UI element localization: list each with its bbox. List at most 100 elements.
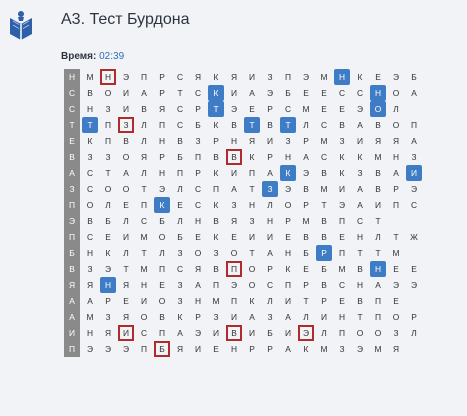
letter-cell[interactable]: О xyxy=(244,261,260,277)
letter-cell[interactable]: К xyxy=(352,69,368,85)
letter-cell[interactable]: З xyxy=(118,117,134,133)
letter-cell[interactable]: Р xyxy=(262,149,278,165)
letter-cell[interactable]: А xyxy=(352,181,368,197)
letter-cell[interactable]: К xyxy=(244,293,260,309)
letter-cell[interactable]: Ж xyxy=(406,229,422,245)
letter-cell[interactable]: Р xyxy=(316,293,332,309)
letter-cell[interactable]: Е xyxy=(334,293,350,309)
letter-cell[interactable]: С xyxy=(172,101,188,117)
letter-cell[interactable]: Е xyxy=(388,293,404,309)
letter-cell[interactable]: Э xyxy=(388,277,404,293)
letter-cell[interactable]: А xyxy=(406,133,422,149)
letter-cell[interactable]: Л xyxy=(388,101,404,117)
letter-cell[interactable]: Е xyxy=(406,261,422,277)
letter-cell[interactable]: Л xyxy=(316,325,332,341)
letter-cell[interactable]: С xyxy=(82,165,98,181)
letter-cell[interactable]: Я xyxy=(136,149,152,165)
letter-cell[interactable]: С xyxy=(172,117,188,133)
letter-cell[interactable]: В xyxy=(352,261,368,277)
letter-cell[interactable]: Н xyxy=(82,325,98,341)
letter-cell[interactable]: В xyxy=(226,117,242,133)
letter-cell[interactable]: О xyxy=(190,245,206,261)
letter-cell[interactable]: С xyxy=(190,181,206,197)
letter-cell[interactable]: Э xyxy=(118,341,134,357)
letter-cell[interactable]: С xyxy=(352,213,368,229)
letter-cell[interactable]: С xyxy=(136,213,152,229)
letter-cell[interactable]: З xyxy=(100,101,116,117)
letter-cell[interactable]: З xyxy=(100,149,116,165)
letter-cell[interactable]: М xyxy=(370,341,386,357)
letter-cell[interactable]: В xyxy=(262,117,278,133)
letter-cell[interactable]: К xyxy=(280,261,296,277)
letter-cell[interactable]: П xyxy=(334,245,350,261)
letter-cell[interactable]: К xyxy=(208,69,224,85)
letter-cell[interactable]: Л xyxy=(172,181,188,197)
letter-cell[interactable]: М xyxy=(136,229,152,245)
letter-cell[interactable]: Э xyxy=(100,341,116,357)
letter-cell[interactable]: З xyxy=(334,341,350,357)
letter-cell[interactable]: Р xyxy=(388,181,404,197)
letter-cell[interactable]: В xyxy=(118,133,134,149)
letter-cell[interactable]: Б xyxy=(406,69,422,85)
letter-cell[interactable]: М xyxy=(334,261,350,277)
letter-cell[interactable]: Л xyxy=(370,229,386,245)
letter-cell[interactable]: Э xyxy=(262,85,278,101)
letter-cell[interactable]: Е xyxy=(190,229,206,245)
letter-cell[interactable]: Н xyxy=(100,277,116,293)
letter-cell[interactable]: Р xyxy=(208,133,224,149)
letter-cell[interactable]: И xyxy=(118,325,134,341)
letter-cell[interactable]: П xyxy=(406,117,422,133)
letter-cell[interactable]: Б xyxy=(190,117,206,133)
letter-cell[interactable]: Т xyxy=(370,245,386,261)
letter-cell[interactable]: А xyxy=(226,181,242,197)
letter-cell[interactable]: В xyxy=(316,213,332,229)
letter-cell[interactable]: Я xyxy=(118,309,134,325)
letter-cell[interactable]: Н xyxy=(244,197,260,213)
letter-cell[interactable]: Т xyxy=(388,229,404,245)
letter-cell[interactable]: Н xyxy=(280,245,296,261)
letter-cell[interactable]: Е xyxy=(370,69,386,85)
letter-cell[interactable]: Э xyxy=(82,341,98,357)
letter-cell[interactable]: Б xyxy=(262,325,278,341)
letter-cell[interactable]: М xyxy=(316,181,332,197)
letter-cell[interactable]: К xyxy=(298,341,314,357)
letter-cell[interactable]: З xyxy=(280,133,296,149)
letter-cell[interactable]: Я xyxy=(100,325,116,341)
letter-cell[interactable]: Б xyxy=(298,245,314,261)
letter-cell[interactable]: М xyxy=(136,261,152,277)
letter-cell[interactable]: К xyxy=(280,165,296,181)
letter-cell[interactable]: З xyxy=(172,245,188,261)
letter-cell[interactable]: Л xyxy=(136,165,152,181)
letter-cell[interactable]: Н xyxy=(82,245,98,261)
letter-cell[interactable]: Я xyxy=(118,277,134,293)
letter-cell[interactable]: Е xyxy=(388,261,404,277)
letter-cell[interactable]: З xyxy=(82,261,98,277)
letter-cell[interactable]: Л xyxy=(298,117,314,133)
letter-cell[interactable]: И xyxy=(406,165,422,181)
letter-cell[interactable]: А xyxy=(388,165,404,181)
letter-cell[interactable]: С xyxy=(172,69,188,85)
letter-cell[interactable]: П xyxy=(244,165,260,181)
letter-cell[interactable]: П xyxy=(136,197,152,213)
letter-cell[interactable]: Т xyxy=(208,101,224,117)
letter-cell[interactable]: К xyxy=(154,197,170,213)
letter-cell[interactable]: Р xyxy=(262,341,278,357)
letter-cell[interactable]: И xyxy=(226,309,242,325)
letter-cell[interactable]: Р xyxy=(154,85,170,101)
letter-cell[interactable]: А xyxy=(82,293,98,309)
letter-cell[interactable]: С xyxy=(406,197,422,213)
letter-cell[interactable]: О xyxy=(154,229,170,245)
letter-cell[interactable]: Р xyxy=(190,309,206,325)
letter-cell[interactable]: П xyxy=(190,149,206,165)
letter-cell[interactable]: З xyxy=(262,69,278,85)
letter-cell[interactable]: Р xyxy=(154,69,170,85)
letter-cell[interactable]: Т xyxy=(136,181,152,197)
letter-cell[interactable]: В xyxy=(208,261,224,277)
letter-cell[interactable]: Е xyxy=(334,229,350,245)
letter-cell[interactable]: П xyxy=(208,181,224,197)
letter-cell[interactable]: Р xyxy=(190,101,206,117)
letter-cell[interactable]: Т xyxy=(172,85,188,101)
letter-cell[interactable]: К xyxy=(334,165,350,181)
letter-cell[interactable]: Т xyxy=(82,117,98,133)
letter-cell[interactable]: В xyxy=(226,149,242,165)
